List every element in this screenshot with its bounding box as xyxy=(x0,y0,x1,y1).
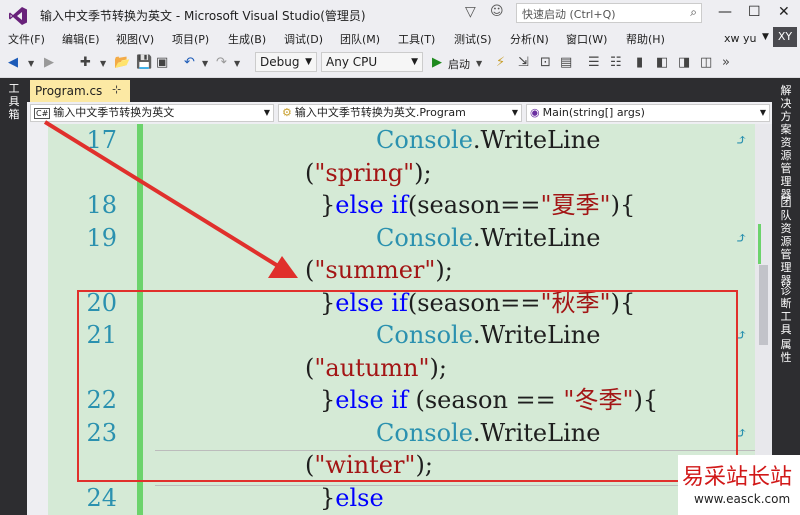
watermark-title: 易采站长站 xyxy=(682,465,793,490)
annotation-arrow xyxy=(43,120,298,278)
watermark: 易采站长站 www.easck.com xyxy=(678,455,800,515)
watermark-url: www.easck.com xyxy=(694,492,791,506)
